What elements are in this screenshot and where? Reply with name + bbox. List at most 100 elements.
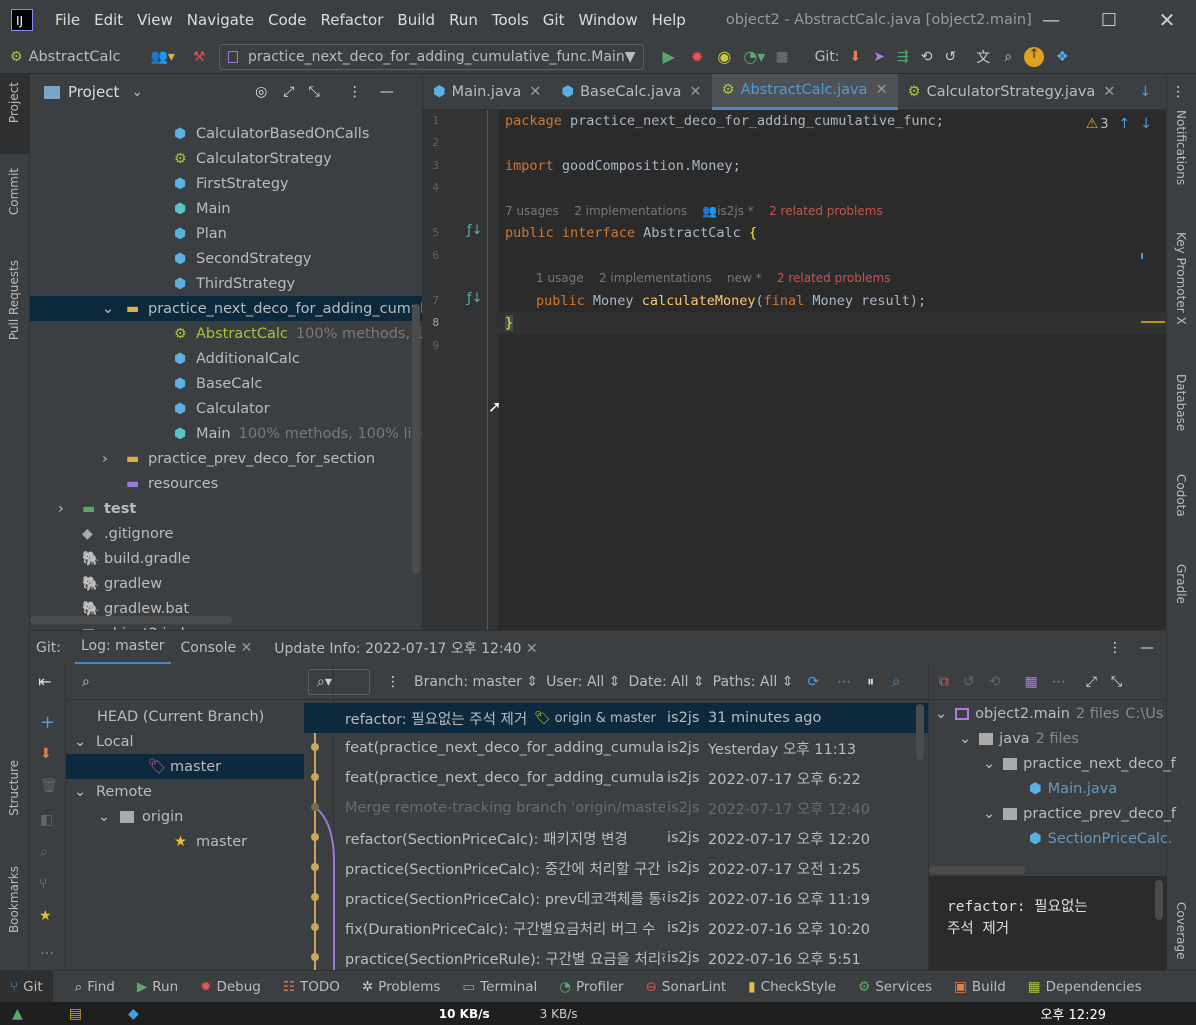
run-config-select[interactable]: practice_next_deco_for_adding_cumulative… [219, 43, 645, 70]
tab-abstractcalc-java[interactable]: ⚙ AbstractCalc.java ✕ [711, 73, 898, 110]
tool-checkstyle[interactable]: ▮ CheckStyle [748, 979, 836, 995]
update-icon[interactable]: ⬇ [40, 746, 52, 762]
editor-options-icon[interactable]: ⋮ [1171, 84, 1185, 100]
tool-dependencies[interactable]: ▦ Dependencies [1028, 979, 1142, 995]
previous-highlight-icon[interactable]: ↑ [1119, 116, 1131, 132]
tab-basecalc-java[interactable]: ⬢ BaseCalc.java ✕ [551, 74, 711, 110]
coverage-tool-tab[interactable]: Coverage [1174, 902, 1188, 960]
tool-services[interactable]: ⚙ Services [858, 979, 932, 995]
branch-item[interactable]: ⌄ origin [66, 804, 304, 829]
project-tree-item[interactable]: ⬢ SecondStrategy [30, 246, 422, 271]
changes-package-prev[interactable]: ⌄ practice_prev_deco_f [983, 806, 1176, 822]
branch-item[interactable]: HEAD (Current Branch) [66, 704, 304, 729]
branch-item[interactable]: 🏷 master [66, 754, 304, 779]
tool-build[interactable]: ▣ Build [954, 979, 1006, 995]
project-tree-item[interactable]: ⚙ CalculatorStrategy [30, 146, 422, 171]
app-icon[interactable]: ▤ [69, 1006, 82, 1022]
chevron-right-icon[interactable]: › [102, 451, 108, 467]
project-tree-item[interactable]: ⬢ Plan [30, 221, 422, 246]
chevron-down-icon[interactable]: ⌄ [98, 809, 110, 825]
expand-all-icon[interactable]: ⤢ [1086, 674, 1097, 690]
menu-refactor[interactable]: Refactor [320, 11, 383, 29]
rollback-icon[interactable]: ↺ [944, 49, 956, 65]
project-tree-item[interactable]: ⬢ BaseCalc [30, 371, 422, 396]
tab-main-java[interactable]: ⬢ Main.java ✕ [423, 74, 551, 110]
menu-edit[interactable]: Edit [94, 11, 123, 29]
chevron-right-icon[interactable]: › [58, 501, 64, 517]
hide-panel-icon[interactable]: — [380, 84, 394, 100]
update-available-icon[interactable]: ↑ [1024, 46, 1045, 67]
tool-find[interactable]: ⌕ Find [75, 979, 115, 995]
favorite-icon[interactable]: ★ [39, 908, 52, 924]
structure-tool-tab[interactable]: Structure [7, 760, 21, 816]
error-stripe-mark[interactable] [1141, 321, 1165, 323]
search-icon[interactable]: ⌕ [892, 674, 900, 690]
tool-todo[interactable]: ☷ TODO [283, 979, 340, 995]
changed-file-main[interactable]: ⬢ Main.java [1029, 781, 1117, 797]
branch-graph-icon[interactable]: ⑂ [39, 876, 47, 892]
tab-list-icon[interactable]: ↓ [1139, 84, 1151, 100]
intellij-logo-icon[interactable]: IJ [11, 9, 33, 31]
user-filter[interactable]: User: All ⇕ [546, 674, 620, 690]
notifications-tool-tab[interactable]: Notifications [1174, 110, 1188, 185]
vscode-icon[interactable]: ◆ [128, 1006, 139, 1022]
database-tool-tab[interactable]: Database [1174, 374, 1188, 431]
changed-file-sectionpricecalc[interactable]: ⬢ SectionPriceCalc. [1029, 831, 1173, 847]
maximize-icon[interactable]: ☐ [1080, 10, 1138, 31]
commit-tool-tab[interactable]: Commit [7, 168, 21, 215]
inspection-widget[interactable]: ⚠ 3 ↑ ↓ [1086, 116, 1152, 132]
debug-icon[interactable]: ✹ [691, 48, 704, 66]
codota-tool-tab[interactable]: Codota [1174, 474, 1188, 517]
close-icon[interactable]: ✕ [875, 82, 887, 98]
close-icon[interactable]: ✕ [689, 84, 701, 100]
stop-icon[interactable]: ■ [775, 49, 788, 65]
more-icon[interactable]: ⋯ [837, 674, 851, 690]
tool-sonarlint[interactable]: ⊖ SonarLint [646, 979, 727, 995]
project-tree-item[interactable]: ⌄▬practice_next_deco_for_adding_cumulati… [30, 296, 422, 321]
branch-item[interactable]: ⌄ Remote [66, 779, 304, 804]
coverage-icon[interactable]: ◉ [717, 47, 731, 66]
menu-file[interactable]: File [55, 11, 80, 29]
refresh-icon[interactable]: ⟳ [807, 674, 819, 690]
next-highlight-icon[interactable]: ↓ [1140, 116, 1152, 132]
commit-row[interactable]: practice(SectionPriceCalc): prev데코객체를 통해… [304, 883, 928, 913]
menu-tools[interactable]: Tools [492, 11, 529, 29]
menu-git[interactable]: Git [543, 11, 565, 29]
code-with-me-icon[interactable]: ❖ [1056, 49, 1069, 65]
close-icon[interactable]: ✕ [529, 84, 541, 100]
project-tree-item[interactable]: ⬢ Main 100% methods, 100% lines [30, 421, 422, 446]
account-icon[interactable]: 👥▾ [150, 49, 174, 65]
branch-item[interactable]: ★ master [66, 829, 304, 854]
chevron-down-icon[interactable]: ⌄ [102, 301, 114, 317]
tab-calculatorstrategy-java[interactable]: ⚙ CalculatorStrategy.java ✕ [898, 74, 1126, 110]
date-filter[interactable]: Date: All ⇕ [628, 674, 704, 690]
message-scrollbar[interactable] [1155, 880, 1163, 920]
branch-search[interactable]: ⌕ [66, 664, 304, 700]
search-icon[interactable]: ⌕ [40, 844, 48, 860]
commit-row[interactable]: feat(practice_next_deco_for_adding_cumul… [304, 763, 928, 793]
tool-debug[interactable]: ✹ Debug [200, 979, 261, 995]
project-tree-item[interactable]: ◆ .gitignore [30, 521, 422, 546]
changes-package-next[interactable]: ⌄ practice_next_deco_f [983, 756, 1176, 772]
commit-row[interactable]: fix(DurationPriceCalc): 구간별요금처리 버그 수 is2j… [304, 913, 928, 943]
history-icon[interactable]: ⟲ [989, 674, 1001, 690]
project-tree-item[interactable]: ⚙AbstractCalc100% methods, 100% lines [30, 321, 422, 346]
app-icon[interactable]: ▲ [12, 1006, 23, 1022]
project-tree-item[interactable]: ⬢ CalculatorBasedOnCalls [30, 121, 422, 146]
collapse-branches-icon[interactable]: ⇤ [38, 672, 51, 691]
commit-row[interactable]: refactor: 필요없는 주석 제거 🏷 origin & master is2… [304, 703, 928, 733]
project-tree-item[interactable]: › ▬ practice_prev_deco_for_section [30, 446, 422, 471]
tab-console[interactable]: Console ✕ [181, 640, 253, 656]
changes-root[interactable]: ⌄ object2.main 2 files C:\Us [935, 706, 1163, 722]
menu-help[interactable]: Help [652, 11, 686, 29]
git-options-icon[interactable]: ⋮ [1108, 640, 1122, 656]
code-vision-hint-2[interactable]: 1 usage 2 implementations new * 2 relate… [536, 271, 891, 285]
delete-icon[interactable]: 🗑 [40, 778, 58, 794]
build-hammer-icon[interactable]: ⚒ [193, 49, 206, 65]
code-editor[interactable]: 1 2 3 4 5 6 7 8 9 ƒ↓ ƒ↓ package practice… [423, 110, 1166, 630]
commit-row[interactable]: Merge remote-tracking branch 'origin/mas… [304, 793, 928, 823]
project-tree-item[interactable]: ⬢ ThirdStrategy [30, 271, 422, 296]
git-update-icon[interactable]: ⬇ [850, 49, 862, 65]
log-search-input[interactable]: ⌕▾ [308, 668, 370, 695]
tab-update-info[interactable]: Update Info: 2022-07-17 오후 12:40 ✕ [274, 638, 537, 658]
